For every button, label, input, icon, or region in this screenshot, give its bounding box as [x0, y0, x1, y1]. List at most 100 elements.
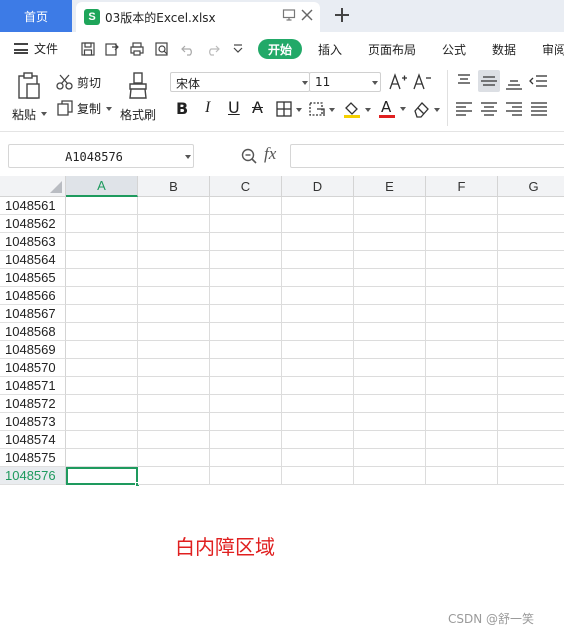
- grid-cell[interactable]: [426, 431, 498, 449]
- grid-cell[interactable]: [498, 215, 564, 233]
- grid-cell[interactable]: [138, 305, 210, 323]
- cut-button[interactable]: 剪切: [56, 72, 106, 92]
- tab-home[interactable]: 首页: [0, 0, 72, 32]
- grid-cell[interactable]: [138, 323, 210, 341]
- grid-cell[interactable]: [66, 359, 138, 377]
- grid-cell[interactable]: [354, 377, 426, 395]
- fill-color-button[interactable]: [342, 99, 372, 119]
- grid-cell[interactable]: [354, 413, 426, 431]
- monitor-icon[interactable]: [282, 8, 296, 22]
- save-icon[interactable]: [80, 41, 96, 57]
- grid-cell[interactable]: [138, 359, 210, 377]
- row-header[interactable]: 1048574: [0, 431, 66, 449]
- grid-cell[interactable]: [138, 413, 210, 431]
- grid-cell[interactable]: [210, 449, 282, 467]
- grid-cell[interactable]: [426, 341, 498, 359]
- grid-cell[interactable]: [138, 431, 210, 449]
- indent-icon[interactable]: [528, 70, 550, 92]
- grid-cell[interactable]: [210, 233, 282, 251]
- grid-cell[interactable]: [138, 251, 210, 269]
- grid-cell[interactable]: [282, 305, 354, 323]
- grid-cell[interactable]: [282, 215, 354, 233]
- column-header-f[interactable]: F: [426, 176, 498, 197]
- grid-cell[interactable]: [66, 341, 138, 359]
- grid-cell[interactable]: [426, 233, 498, 251]
- select-all-corner[interactable]: [0, 176, 66, 197]
- menu-tab-page-layout[interactable]: 页面布局: [368, 41, 416, 58]
- grid-cell[interactable]: [426, 305, 498, 323]
- align-right-icon[interactable]: [503, 98, 525, 120]
- zoom-icon[interactable]: [240, 147, 258, 165]
- print-icon[interactable]: [129, 41, 145, 57]
- grid-cell[interactable]: [66, 449, 138, 467]
- grid-cell[interactable]: [282, 467, 354, 485]
- grid-cell[interactable]: [282, 251, 354, 269]
- new-tab-plus-icon[interactable]: [333, 6, 351, 24]
- row-header[interactable]: 1048565: [0, 269, 66, 287]
- grid-cell[interactable]: [282, 359, 354, 377]
- grid-cell[interactable]: [66, 269, 138, 287]
- grid-cell[interactable]: [66, 251, 138, 269]
- align-center-icon[interactable]: [478, 98, 500, 120]
- copy-button[interactable]: 复制: [56, 98, 112, 118]
- column-header-b[interactable]: B: [138, 176, 210, 197]
- redo-icon[interactable]: [205, 41, 221, 57]
- grid-cell[interactable]: [282, 395, 354, 413]
- grid-cell[interactable]: [282, 449, 354, 467]
- grid-cell[interactable]: [354, 341, 426, 359]
- grid-cell[interactable]: [210, 413, 282, 431]
- grid-cell[interactable]: [498, 467, 564, 485]
- row-header[interactable]: 1048566: [0, 287, 66, 305]
- row-header[interactable]: 1048561: [0, 197, 66, 215]
- bold-button[interactable]: B: [176, 99, 188, 118]
- grid-cell[interactable]: [210, 467, 282, 485]
- grid-cell[interactable]: [426, 197, 498, 215]
- grid-cell[interactable]: [210, 269, 282, 287]
- grid-cell[interactable]: [498, 359, 564, 377]
- grid-cell[interactable]: [210, 251, 282, 269]
- grid-cell[interactable]: [66, 377, 138, 395]
- column-header-d[interactable]: D: [282, 176, 354, 197]
- menu-tab-formulas[interactable]: 公式: [442, 41, 466, 58]
- grid-cell[interactable]: [282, 341, 354, 359]
- grid-cell[interactable]: [210, 395, 282, 413]
- grid-cell[interactable]: [66, 395, 138, 413]
- grid-cell[interactable]: [282, 287, 354, 305]
- grid-cell[interactable]: [498, 251, 564, 269]
- clear-format-button[interactable]: [412, 99, 442, 119]
- grid-cell[interactable]: [66, 431, 138, 449]
- grid-cell[interactable]: [138, 395, 210, 413]
- row-header[interactable]: 1048563: [0, 233, 66, 251]
- column-header-g[interactable]: G: [498, 176, 564, 197]
- chevron-down-icon[interactable]: [230, 41, 246, 57]
- grid-cell[interactable]: [282, 413, 354, 431]
- italic-button[interactable]: I: [205, 99, 210, 117]
- grid-cell[interactable]: [282, 197, 354, 215]
- grid-cell[interactable]: [210, 431, 282, 449]
- grid-cell[interactable]: [66, 413, 138, 431]
- grid-cell[interactable]: [138, 467, 210, 485]
- file-menu-button[interactable]: 文件: [14, 40, 58, 57]
- grid-cell[interactable]: [354, 251, 426, 269]
- row-header[interactable]: 1048576: [0, 467, 66, 485]
- grid-cell[interactable]: [498, 431, 564, 449]
- undo-icon[interactable]: [180, 41, 196, 57]
- grid-cell[interactable]: [498, 449, 564, 467]
- font-name-select[interactable]: 宋体: [170, 72, 310, 92]
- print-preview-icon[interactable]: [154, 41, 170, 57]
- grid-cell[interactable]: [498, 323, 564, 341]
- format-painter-button[interactable]: 格式刷: [118, 70, 160, 128]
- grid-cell[interactable]: [354, 215, 426, 233]
- grid-cell[interactable]: [210, 197, 282, 215]
- row-header[interactable]: 1048567: [0, 305, 66, 323]
- grid-cell[interactable]: [66, 323, 138, 341]
- column-header-a[interactable]: A: [66, 176, 138, 197]
- grid-cell[interactable]: [282, 431, 354, 449]
- grid-cell[interactable]: [498, 287, 564, 305]
- tab-document[interactable]: S 03版本的Excel.xlsx: [76, 2, 320, 32]
- align-middle-icon[interactable]: [478, 70, 500, 92]
- selected-cell[interactable]: [66, 467, 138, 485]
- grid-cell[interactable]: [138, 197, 210, 215]
- row-header[interactable]: 1048569: [0, 341, 66, 359]
- row-header[interactable]: 1048572: [0, 395, 66, 413]
